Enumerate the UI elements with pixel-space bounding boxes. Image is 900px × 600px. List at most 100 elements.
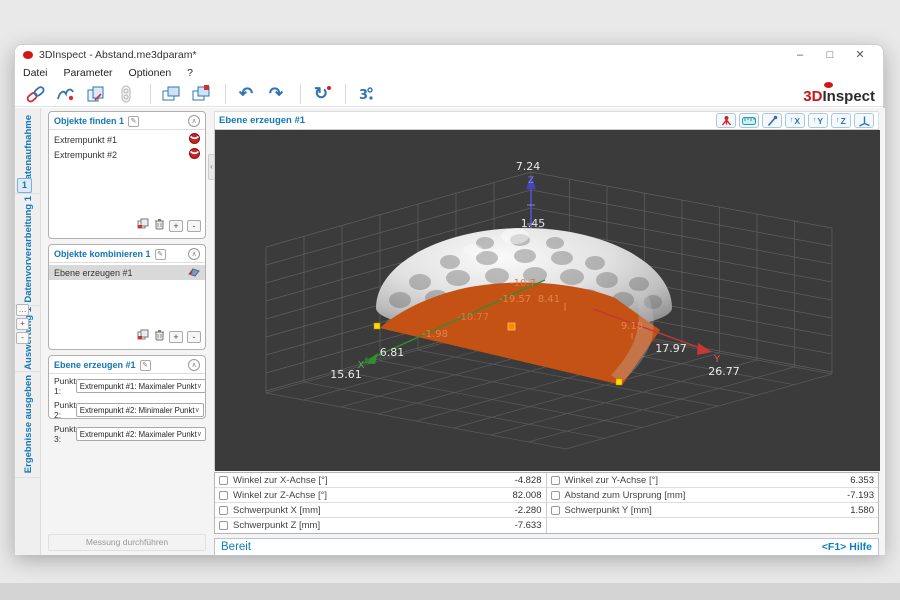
toolbar-separator bbox=[150, 84, 151, 104]
result-checkbox[interactable] bbox=[551, 476, 560, 485]
annotation: -10.7 bbox=[510, 278, 536, 289]
result-row: Abstand zum Ursprung [mm]-7.193 bbox=[547, 488, 879, 503]
status-bar: Bereit <F1> Hilfe bbox=[214, 538, 879, 556]
pick-point-icon[interactable] bbox=[762, 113, 782, 128]
pipeline-badge[interactable]: 1 bbox=[17, 178, 32, 193]
copy-view-icon[interactable] bbox=[158, 83, 184, 105]
sensor-icon[interactable] bbox=[113, 83, 139, 105]
result-checkbox[interactable] bbox=[219, 506, 228, 515]
tab-remove-button[interactable]: - bbox=[16, 332, 29, 344]
annotation: 8.41 bbox=[538, 294, 560, 305]
result-checkbox[interactable] bbox=[219, 491, 228, 500]
edit-icon[interactable]: ✎ bbox=[140, 360, 151, 371]
collapse-icon[interactable]: ∧ bbox=[188, 248, 200, 260]
corner-marker bbox=[616, 379, 622, 385]
new-measurement-icon[interactable] bbox=[53, 83, 79, 105]
menu-parameter[interactable]: Parameter bbox=[64, 67, 113, 79]
toolbar-separator bbox=[300, 84, 301, 104]
tab-more-button[interactable]: … bbox=[16, 304, 29, 316]
punkt2-label: Punkt 2: bbox=[54, 400, 76, 420]
viewport-title: Ebene erzeugen #1 bbox=[219, 115, 713, 126]
edit-icon[interactable]: ✎ bbox=[128, 116, 139, 127]
menu-optionen[interactable]: Optionen bbox=[129, 67, 172, 79]
annotation: 6.81 bbox=[380, 346, 405, 359]
punkt3-label: Punkt 3: bbox=[54, 424, 76, 444]
result-row: Winkel zur Y-Achse [°]6.353 bbox=[547, 473, 879, 488]
punkt2-select[interactable]: Extrempunkt #2: Minimaler Punkt ∨ bbox=[76, 403, 204, 417]
tab-ergebnisse[interactable]: Ergebnisse ausgeben bbox=[15, 372, 41, 478]
result-row: Winkel zur X-Achse [°]-4.828 bbox=[215, 473, 547, 488]
results-table: Winkel zur X-Achse [°]-4.828 Winkel zur … bbox=[214, 472, 879, 534]
punkt3-select[interactable]: Extrempunkt #2: Maximaler Punkt ∨ bbox=[76, 427, 206, 441]
toolbar-separator bbox=[345, 84, 346, 104]
result-row: Winkel zur Z-Achse [°]82.008 bbox=[215, 488, 547, 503]
y-axis-label: Y bbox=[713, 354, 721, 365]
paste-view-icon[interactable] bbox=[188, 83, 214, 105]
view-x-button[interactable]: ↑X bbox=[785, 113, 805, 128]
z-axis-label: Z bbox=[528, 176, 534, 186]
add-object-button[interactable]: + bbox=[169, 220, 183, 232]
edit-icon[interactable]: ✎ bbox=[155, 249, 166, 260]
collapse-icon[interactable]: ∧ bbox=[188, 115, 200, 127]
redo-icon[interactable]: ↷ bbox=[263, 83, 289, 105]
chevron-down-icon: ∨ bbox=[195, 406, 200, 414]
menu-datei[interactable]: Datei bbox=[23, 67, 48, 79]
maximize-button[interactable]: □ bbox=[815, 46, 845, 64]
view-z-button[interactable]: ↑Z bbox=[831, 113, 851, 128]
result-checkbox[interactable] bbox=[551, 491, 560, 500]
menu-bar: Datei Parameter Optionen ? bbox=[15, 65, 883, 81]
undo-icon[interactable]: ↶ bbox=[233, 83, 259, 105]
list-item-ebene-erzeugen[interactable]: Ebene erzeugen #1 bbox=[49, 265, 205, 280]
menu-help[interactable]: ? bbox=[187, 67, 193, 79]
close-button[interactable]: ✕ bbox=[845, 46, 875, 64]
tab-datenvorverarbeitung[interactable]: Datenvorverarbeitung 1 bbox=[15, 194, 41, 306]
result-row: Schwerpunkt X [mm]-2.280 bbox=[215, 503, 547, 518]
measure-tape-icon[interactable] bbox=[739, 113, 759, 128]
duplicate-icon[interactable] bbox=[137, 328, 150, 346]
3d-canvas[interactable]: 7.24 Z 1.45 -10.7 -19.57 8.41 -10.77 -1.… bbox=[214, 129, 879, 470]
status-text: Bereit bbox=[221, 541, 822, 553]
annotation: -19.57 bbox=[499, 294, 531, 305]
view-iso-button[interactable] bbox=[854, 113, 874, 128]
remove-object-button[interactable]: - bbox=[187, 220, 201, 232]
minimize-button[interactable]: – bbox=[785, 46, 815, 64]
delete-icon[interactable] bbox=[154, 217, 165, 235]
result-row: Schwerpunkt Z [mm]-7.633 bbox=[215, 518, 547, 533]
view-y-button[interactable]: ↑Y bbox=[808, 113, 828, 128]
annotation: 7.24 bbox=[516, 160, 541, 173]
measure-button[interactable]: Messung durchführen bbox=[48, 534, 206, 551]
list-item-extrempunkt-2[interactable]: Extrempunkt #2 bbox=[49, 147, 205, 162]
probe-icon[interactable] bbox=[716, 113, 736, 128]
connect-icon[interactable] bbox=[23, 83, 49, 105]
collapse-icon[interactable]: ∧ bbox=[188, 359, 200, 371]
app-icon bbox=[23, 51, 33, 59]
annotation: -1.98 bbox=[422, 329, 448, 340]
panel-ebene-erzeugen: Ebene erzeugen #1 ✎ ∧ Punkt 1: Extrempun… bbox=[48, 355, 206, 419]
extrempunkt-icon bbox=[189, 133, 200, 146]
tab-add-button[interactable]: + bbox=[16, 318, 29, 330]
ebene-icon bbox=[188, 266, 200, 279]
annotation: 1.45 bbox=[521, 217, 546, 230]
annotation: -10.77 bbox=[457, 312, 489, 323]
delete-icon[interactable] bbox=[154, 328, 165, 346]
left-panel-column: Objekte finden 1 ✎ ∧ Extrempunkt #1 Extr… bbox=[41, 108, 208, 555]
result-checkbox[interactable] bbox=[219, 476, 228, 485]
remove-object-button[interactable]: - bbox=[187, 331, 201, 343]
panel-title: Objekte kombinieren 1 bbox=[54, 249, 151, 259]
title-bar: 3DInspect - Abstand.me3dparam* – □ ✕ bbox=[15, 45, 883, 65]
load-parameters-icon[interactable] bbox=[83, 83, 109, 105]
panel-title: Objekte finden 1 bbox=[54, 116, 124, 126]
punkt1-select[interactable]: Extrempunkt #1: Maximaler Punkt ∨ bbox=[76, 379, 206, 393]
points-3d-icon[interactable]: 3 bbox=[353, 83, 379, 105]
add-object-button[interactable]: + bbox=[169, 331, 183, 343]
result-row: Schwerpunkt Y [mm]1.580 bbox=[547, 503, 879, 518]
main-toolbar: ↶ ↷ ↻ 3 3DInspect bbox=[15, 81, 883, 107]
list-item-extrempunkt-1[interactable]: Extrempunkt #1 bbox=[49, 132, 205, 147]
brand-dot bbox=[824, 82, 833, 88]
app-window: 3DInspect - Abstand.me3dparam* – □ ✕ Dat… bbox=[14, 44, 884, 554]
annotation: 9.18 bbox=[621, 321, 643, 332]
duplicate-icon[interactable] bbox=[137, 217, 150, 235]
result-checkbox[interactable] bbox=[219, 521, 228, 530]
result-checkbox[interactable] bbox=[551, 506, 560, 515]
reset-view-icon[interactable]: ↻ bbox=[308, 83, 334, 105]
